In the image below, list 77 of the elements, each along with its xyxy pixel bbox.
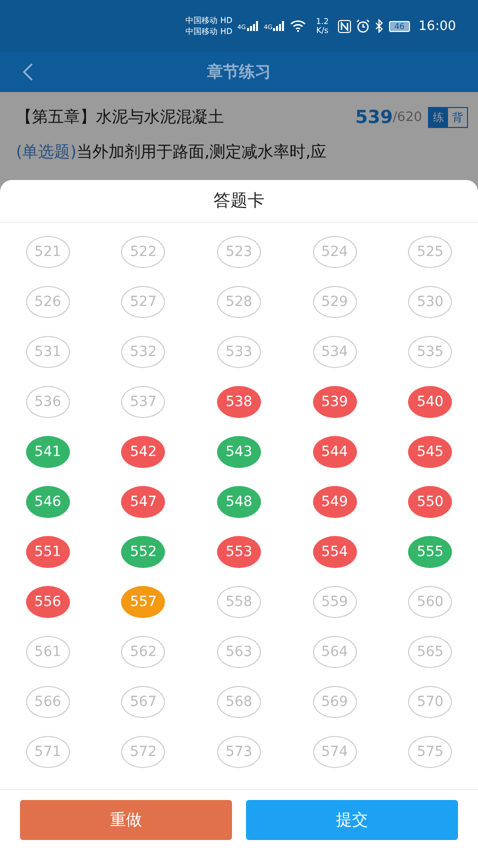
question-number-button[interactable]: 535: [408, 336, 452, 368]
question-number-button[interactable]: 532: [121, 336, 166, 368]
question-number-button[interactable]: 564: [312, 636, 357, 668]
question-number-button[interactable]: 572: [121, 736, 166, 768]
question-number-button[interactable]: 541: [26, 436, 70, 468]
chapter-title: 【第五章】水泥与水泥混凝土: [16, 106, 225, 128]
question-number-button[interactable]: 570: [408, 686, 452, 718]
carrier-name: 中国移动 HD: [186, 15, 232, 26]
question-number-button[interactable]: 544: [312, 436, 357, 468]
question-number-button[interactable]: 554: [312, 536, 357, 568]
current-question-number: 539: [355, 106, 393, 128]
question-number-button[interactable]: 548: [216, 486, 261, 518]
question-number-button[interactable]: 528: [216, 286, 261, 318]
question-number-button[interactable]: 538: [216, 386, 261, 418]
question-number-button[interactable]: 555: [408, 536, 452, 568]
question-number-button[interactable]: 552: [121, 536, 166, 568]
question-number-button[interactable]: 546: [26, 486, 70, 518]
page-title: 章节练习: [207, 62, 271, 82]
question-number-button[interactable]: 539: [312, 386, 357, 418]
question-number-button[interactable]: 574: [312, 736, 357, 768]
signal-icon: [246, 21, 259, 31]
question-number-button[interactable]: 527: [121, 286, 166, 318]
question-number-button[interactable]: 571: [26, 736, 70, 768]
question-number-button[interactable]: 545: [408, 436, 452, 468]
question-number-button[interactable]: 566: [26, 686, 70, 718]
question-number-button[interactable]: 560: [408, 586, 452, 618]
question-type: (单选题): [16, 142, 76, 163]
question-number-button[interactable]: 553: [216, 536, 261, 568]
question-number-button[interactable]: 525: [408, 236, 452, 268]
redo-button[interactable]: 重做: [20, 800, 232, 840]
question-number-button[interactable]: 533: [216, 336, 261, 368]
signal-icon: [273, 21, 286, 31]
question-number-button[interactable]: 534: [312, 336, 357, 368]
question-number-button[interactable]: 540: [408, 386, 452, 418]
submit-button[interactable]: 提交: [246, 800, 458, 840]
question-number-button[interactable]: 556: [26, 586, 70, 618]
question-number-button[interactable]: 557: [121, 586, 166, 618]
question-number-button[interactable]: 565: [408, 636, 452, 668]
question-number-button[interactable]: 523: [216, 236, 261, 268]
carrier-name: 中国移动 HD: [186, 26, 232, 37]
question-number-button[interactable]: 568: [216, 686, 261, 718]
question-number-button[interactable]: 530: [408, 286, 452, 318]
question-number-button[interactable]: 575: [408, 736, 452, 768]
question-number-button[interactable]: 531: [26, 336, 70, 368]
alarm-icon: [356, 19, 370, 33]
question-number-button[interactable]: 529: [312, 286, 357, 318]
question-number-button[interactable]: 559: [312, 586, 357, 618]
wifi-icon: [290, 20, 306, 32]
question-number-button[interactable]: 573: [216, 736, 261, 768]
question-number-button[interactable]: 561: [26, 636, 70, 668]
question-number-button[interactable]: 526: [26, 286, 70, 318]
question-number-button[interactable]: 549: [312, 486, 357, 518]
question-number-button[interactable]: 562: [121, 636, 166, 668]
answer-card-title: 答题卡: [0, 180, 478, 223]
question-number-button[interactable]: 550: [408, 486, 452, 518]
question-number-button[interactable]: 521: [26, 236, 70, 268]
network-speed: 1.2 K/s: [314, 17, 330, 35]
question-number-button[interactable]: 537: [121, 386, 166, 418]
bluetooth-icon: [375, 19, 384, 33]
question-number-button[interactable]: 524: [312, 236, 357, 268]
battery-icon: 46: [389, 20, 410, 32]
clock-time: 16:00: [418, 18, 456, 34]
question-number-button[interactable]: 543: [216, 436, 261, 468]
question-number-button[interactable]: 569: [312, 686, 357, 718]
mode-tab[interactable]: 练: [429, 108, 448, 126]
question-number-button[interactable]: 547: [121, 486, 166, 518]
question-text: 当外加剂用于路面,测定减水率时,应: [76, 142, 327, 163]
question-number-button[interactable]: 558: [216, 586, 261, 618]
total-questions: /620: [392, 110, 422, 124]
question-number-button[interactable]: 551: [26, 536, 70, 568]
question-number-button[interactable]: 567: [121, 686, 166, 718]
question-number-button[interactable]: 542: [121, 436, 166, 468]
question-number-button[interactable]: 536: [26, 386, 70, 418]
question-number-button[interactable]: 522: [121, 236, 166, 268]
question-number-button[interactable]: 563: [216, 636, 261, 668]
back-icon[interactable]: [22, 63, 34, 81]
nfc-icon: [338, 20, 352, 32]
